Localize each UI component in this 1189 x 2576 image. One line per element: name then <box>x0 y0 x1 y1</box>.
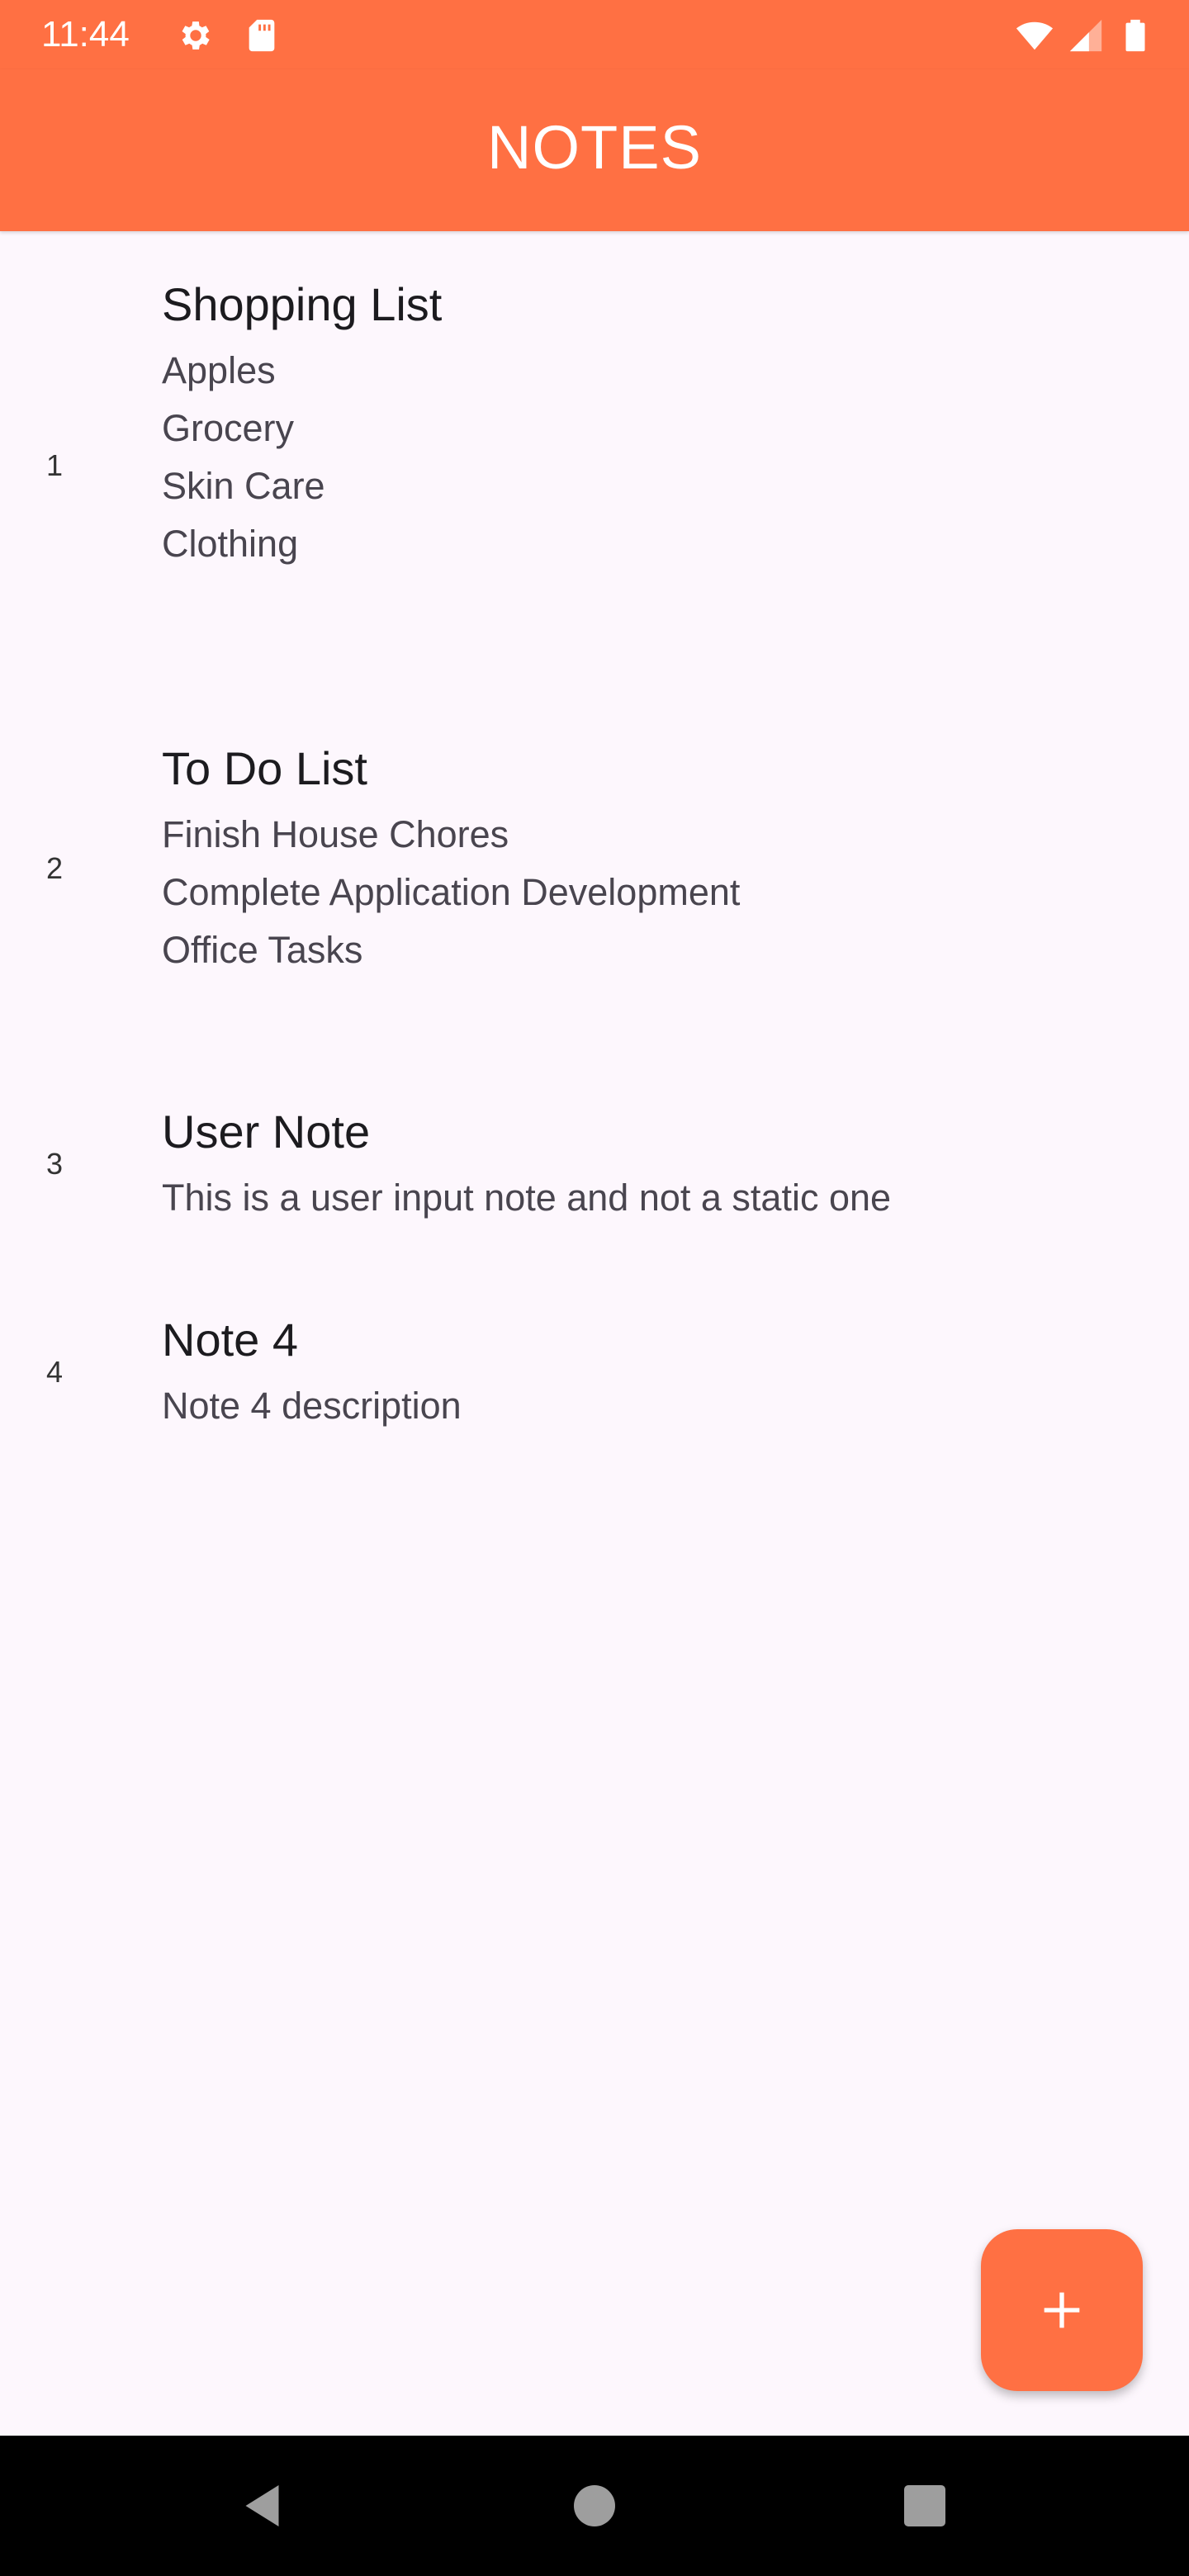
note-line: Clothing <box>162 523 299 565</box>
status-time: 11:44 <box>41 14 130 54</box>
note-number: 3 <box>46 1147 64 1181</box>
note-title: Shopping List <box>162 278 443 330</box>
add-note-button[interactable] <box>981 2229 1143 2391</box>
navigation-bar <box>0 2436 1189 2576</box>
page-title: NOTES <box>487 113 702 182</box>
note-body: Note 4 description <box>162 1377 462 1435</box>
note-line: Apples <box>162 349 276 391</box>
cell-signal-icon <box>1069 19 1102 52</box>
note-number: 1 <box>46 448 64 482</box>
note-item[interactable]: 2 To Do List Finish House Chores Complet… <box>0 710 1189 1057</box>
note-line: Complete Application Development <box>162 871 741 913</box>
note-number: 4 <box>46 1355 64 1389</box>
battery-icon <box>1125 19 1145 52</box>
note-line: Skin Care <box>162 465 325 507</box>
note-item[interactable]: 4 Note 4 Note 4 description <box>0 1281 1189 1463</box>
back-icon[interactable] <box>239 2481 289 2531</box>
wifi-icon <box>1016 21 1054 50</box>
note-body: Apples Grocery Skin Care Clothing <box>162 342 325 573</box>
note-item[interactable]: 1 Shopping List Apples Grocery Skin Care… <box>0 248 1189 677</box>
note-line: Grocery <box>162 407 295 449</box>
plus-icon <box>1044 2292 1080 2328</box>
note-title: User Note <box>162 1106 371 1158</box>
note-line: This is a user input note and not a stat… <box>162 1177 892 1219</box>
settings-icon <box>182 21 210 50</box>
note-title: Note 4 <box>162 1314 298 1366</box>
note-item[interactable]: 3 User Note This is a user input note an… <box>0 1073 1189 1255</box>
note-line: Office Tasks <box>162 929 363 971</box>
app-bar: NOTES <box>0 69 1189 231</box>
note-body: Finish House Chores Complete Application… <box>162 806 740 979</box>
note-line: Note 4 description <box>162 1385 462 1427</box>
sd-card-icon <box>249 19 275 52</box>
note-title: To Do List <box>162 742 367 794</box>
status-bar: 11:44 <box>0 0 1189 69</box>
note-number: 2 <box>46 851 64 885</box>
recents-icon[interactable] <box>900 2481 950 2531</box>
home-icon[interactable] <box>570 2481 619 2531</box>
note-body: This is a user input note and not a stat… <box>162 1169 891 1227</box>
note-line: Finish House Chores <box>162 813 509 855</box>
